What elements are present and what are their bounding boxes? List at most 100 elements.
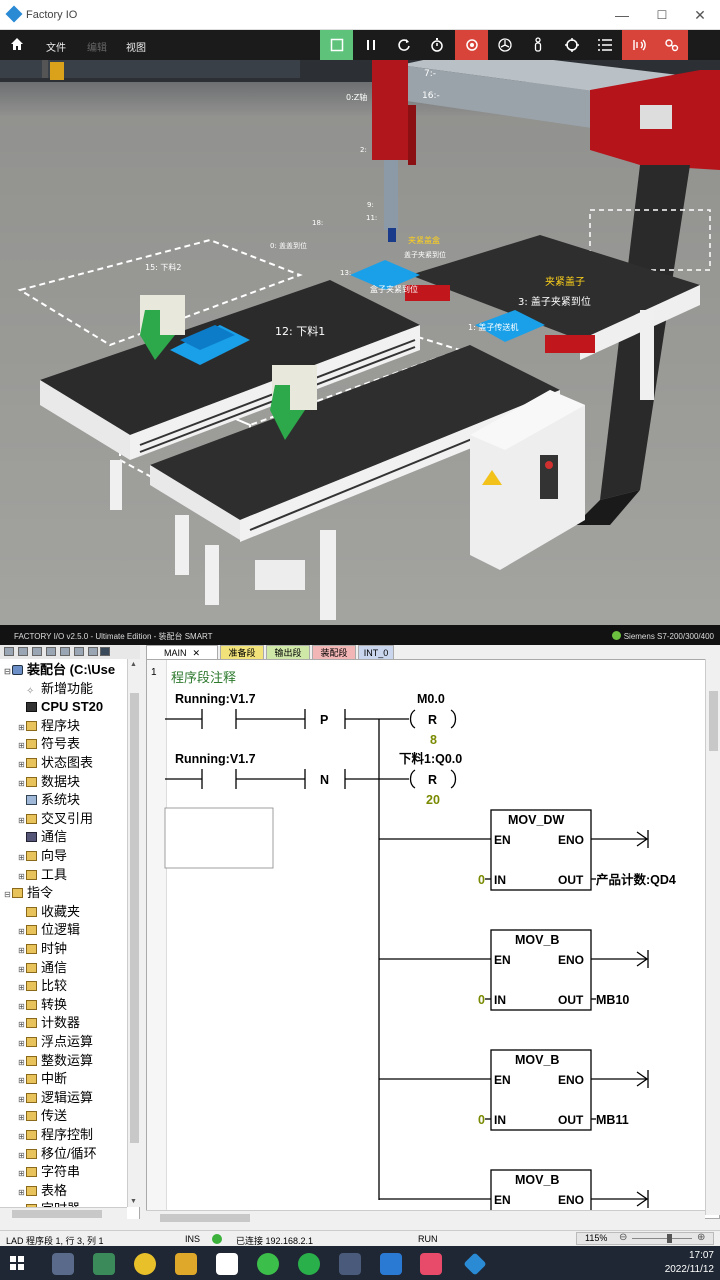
tree-vertical-scrollbar[interactable]: ▲ ▼ xyxy=(127,659,140,1207)
tree-item[interactable]: ⊞ 状态图表 xyxy=(18,754,93,772)
tree-item[interactable]: ⊞ 程序块 xyxy=(18,717,80,735)
tree-item[interactable]: ⊞ 中断 xyxy=(18,1070,67,1088)
toolbar-icon-4[interactable] xyxy=(46,647,56,656)
step7-app-icon[interactable] xyxy=(93,1253,115,1275)
expand-icon[interactable]: ⊞ xyxy=(18,998,26,1016)
tree-item[interactable]: ⊞ 符号表 xyxy=(18,735,80,753)
tree-item[interactable]: 通信 xyxy=(18,828,67,846)
cloud-app-icon[interactable] xyxy=(380,1253,402,1275)
minimize-button[interactable]: — xyxy=(604,4,640,26)
tree-item[interactable]: 收藏夹 xyxy=(18,903,80,921)
app-d-icon[interactable] xyxy=(216,1253,238,1275)
scroll-up-icon[interactable]: ▲ xyxy=(130,661,137,668)
tree-item[interactable]: 系统块 xyxy=(18,791,80,809)
tree-item[interactable]: ⊞ 逻辑运算 xyxy=(18,1089,93,1107)
tree-item[interactable]: ✧ 新增功能 xyxy=(18,680,93,698)
io-tags-icon[interactable] xyxy=(655,30,688,60)
tree-item[interactable]: ⊞ 数据块 xyxy=(18,773,80,791)
figure-icon[interactable] xyxy=(521,30,554,60)
explorer-app-icon[interactable] xyxy=(175,1253,197,1275)
expand-icon[interactable]: ⊞ xyxy=(18,1072,26,1090)
expand-icon[interactable]: ⊞ xyxy=(18,849,26,867)
expand-icon[interactable]: ⊞ xyxy=(18,1184,26,1202)
tab-3[interactable]: 装配段 xyxy=(312,645,356,659)
tree-item[interactable]: ⊞ 移位/循环 xyxy=(18,1145,97,1163)
zoom-control[interactable]: 115% ⊖ ⊕ xyxy=(576,1232,714,1245)
tree-item[interactable]: ⊞ 程序控制 xyxy=(18,1126,93,1144)
ladder-editor[interactable]: 1 程序段注释 Running:V1.7 P M0.0 R 8 Running:… xyxy=(146,659,720,1219)
expand-icon[interactable]: ⊞ xyxy=(18,1035,26,1053)
monitor-icon[interactable] xyxy=(100,647,110,656)
tab-2[interactable]: 输出段 xyxy=(266,645,310,659)
expand-icon[interactable]: ⊞ xyxy=(18,961,26,979)
scroll-down-icon[interactable]: ▼ xyxy=(130,1198,137,1205)
sensor-view-icon[interactable] xyxy=(455,30,488,60)
signal-icon[interactable] xyxy=(622,30,655,60)
tree-item[interactable]: ⊞ 位逻辑 xyxy=(18,921,80,939)
expand-icon[interactable]: ⊞ xyxy=(18,1128,26,1146)
tab-4[interactable]: INT_0 xyxy=(358,645,394,659)
expand-icon[interactable]: ⊞ xyxy=(18,979,26,997)
expand-icon[interactable]: ⊞ xyxy=(18,868,26,886)
tree-item[interactable]: ⊞ 比较 xyxy=(18,977,67,995)
fan-icon[interactable] xyxy=(488,30,521,60)
tree-item[interactable]: ⊞ 字符串 xyxy=(18,1163,80,1181)
expand-icon[interactable]: ⊞ xyxy=(18,1147,26,1165)
toolbar-icon-5[interactable] xyxy=(60,647,70,656)
toolbar-icon-1[interactable] xyxy=(4,647,14,656)
menu-view[interactable]: 视图 xyxy=(126,39,146,54)
tree-scroll-thumb[interactable] xyxy=(130,693,139,1143)
empty-network-cell[interactable] xyxy=(164,807,274,869)
chrome-app-icon[interactable] xyxy=(134,1253,156,1275)
toolbar-icon-7[interactable] xyxy=(88,647,98,656)
stopwatch-icon[interactable] xyxy=(420,30,453,60)
windows-start-icon[interactable] xyxy=(10,1256,24,1270)
tree-horizontal-scrollbar[interactable] xyxy=(0,1207,127,1219)
factory-3d-scene[interactable]: 7:- 16:- 0:Z轴 2: 9: 11: 18: 夹紧盖盒 盖子夹紧到位 … xyxy=(0,60,720,625)
tab-1[interactable]: 准备段 xyxy=(220,645,264,659)
editor-horizontal-scrollbar[interactable] xyxy=(146,1210,705,1224)
expand-icon[interactable]: ⊞ xyxy=(18,719,26,737)
menu-file[interactable]: 文件 xyxy=(46,39,66,54)
tree-item[interactable]: ⊞ 工具 xyxy=(18,866,67,884)
maximize-button[interactable]: ☐ xyxy=(644,4,680,26)
tree-item[interactable]: ⊞ 整数运算 xyxy=(18,1052,93,1070)
expand-icon[interactable]: ⊞ xyxy=(18,1091,26,1109)
tree-item[interactable]: ⊟ 装配台 (C:\Use xyxy=(4,661,115,679)
toolbar-icon-3[interactable] xyxy=(32,647,42,656)
tree-item[interactable]: ⊞ 时钟 xyxy=(18,940,67,958)
toolbar-icon-6[interactable] xyxy=(74,647,84,656)
factory-io-taskbar-icon[interactable] xyxy=(463,1252,487,1276)
editor-scroll-thumb[interactable] xyxy=(709,691,718,751)
expand-icon[interactable]: ⊞ xyxy=(18,812,26,830)
expand-icon[interactable]: ⊞ xyxy=(18,756,26,774)
tree-item[interactable]: ⊞ 表格 xyxy=(18,1182,67,1200)
editor-hscroll-thumb[interactable] xyxy=(160,1214,250,1222)
expand-icon[interactable]: ⊞ xyxy=(18,1054,26,1072)
window-app-icon[interactable] xyxy=(339,1253,361,1275)
calculator-app-icon[interactable] xyxy=(52,1253,74,1275)
tree-item[interactable]: ⊞ 向导 xyxy=(18,847,67,865)
pause-button[interactable] xyxy=(354,30,387,60)
tree-item[interactable]: ⊞ 计数器 xyxy=(18,1014,80,1032)
zoom-in-icon[interactable]: ⊕ xyxy=(697,1232,705,1243)
tree-item[interactable]: ⊞ 转换 xyxy=(18,996,67,1014)
list-icon[interactable] xyxy=(588,30,621,60)
tab-close-icon[interactable]: ✕ xyxy=(192,648,200,658)
expand-icon[interactable]: ⊞ xyxy=(18,775,26,793)
expand-icon[interactable]: ⊞ xyxy=(18,942,26,960)
toolbar-icon-2[interactable] xyxy=(18,647,28,656)
zoom-slider-thumb[interactable] xyxy=(667,1234,672,1243)
tree-item[interactable]: ⊞ 交叉引用 xyxy=(18,810,93,828)
menu-edit[interactable]: 编辑 xyxy=(87,39,107,54)
collapse-icon[interactable]: ⊟ xyxy=(4,663,12,681)
home-icon[interactable] xyxy=(10,37,24,54)
expand-icon[interactable]: ⊞ xyxy=(18,1016,26,1034)
edit-mode-button[interactable] xyxy=(320,30,353,60)
expand-icon[interactable]: ⊞ xyxy=(18,923,26,941)
green-app-icon[interactable] xyxy=(298,1253,320,1275)
zoom-out-icon[interactable]: ⊖ xyxy=(619,1232,627,1243)
system-clock[interactable]: 17:07 2022/11/12 xyxy=(665,1249,714,1277)
close-button[interactable]: ✕ xyxy=(682,4,718,26)
tree-item[interactable]: ⊞ 浮点运算 xyxy=(18,1033,93,1051)
